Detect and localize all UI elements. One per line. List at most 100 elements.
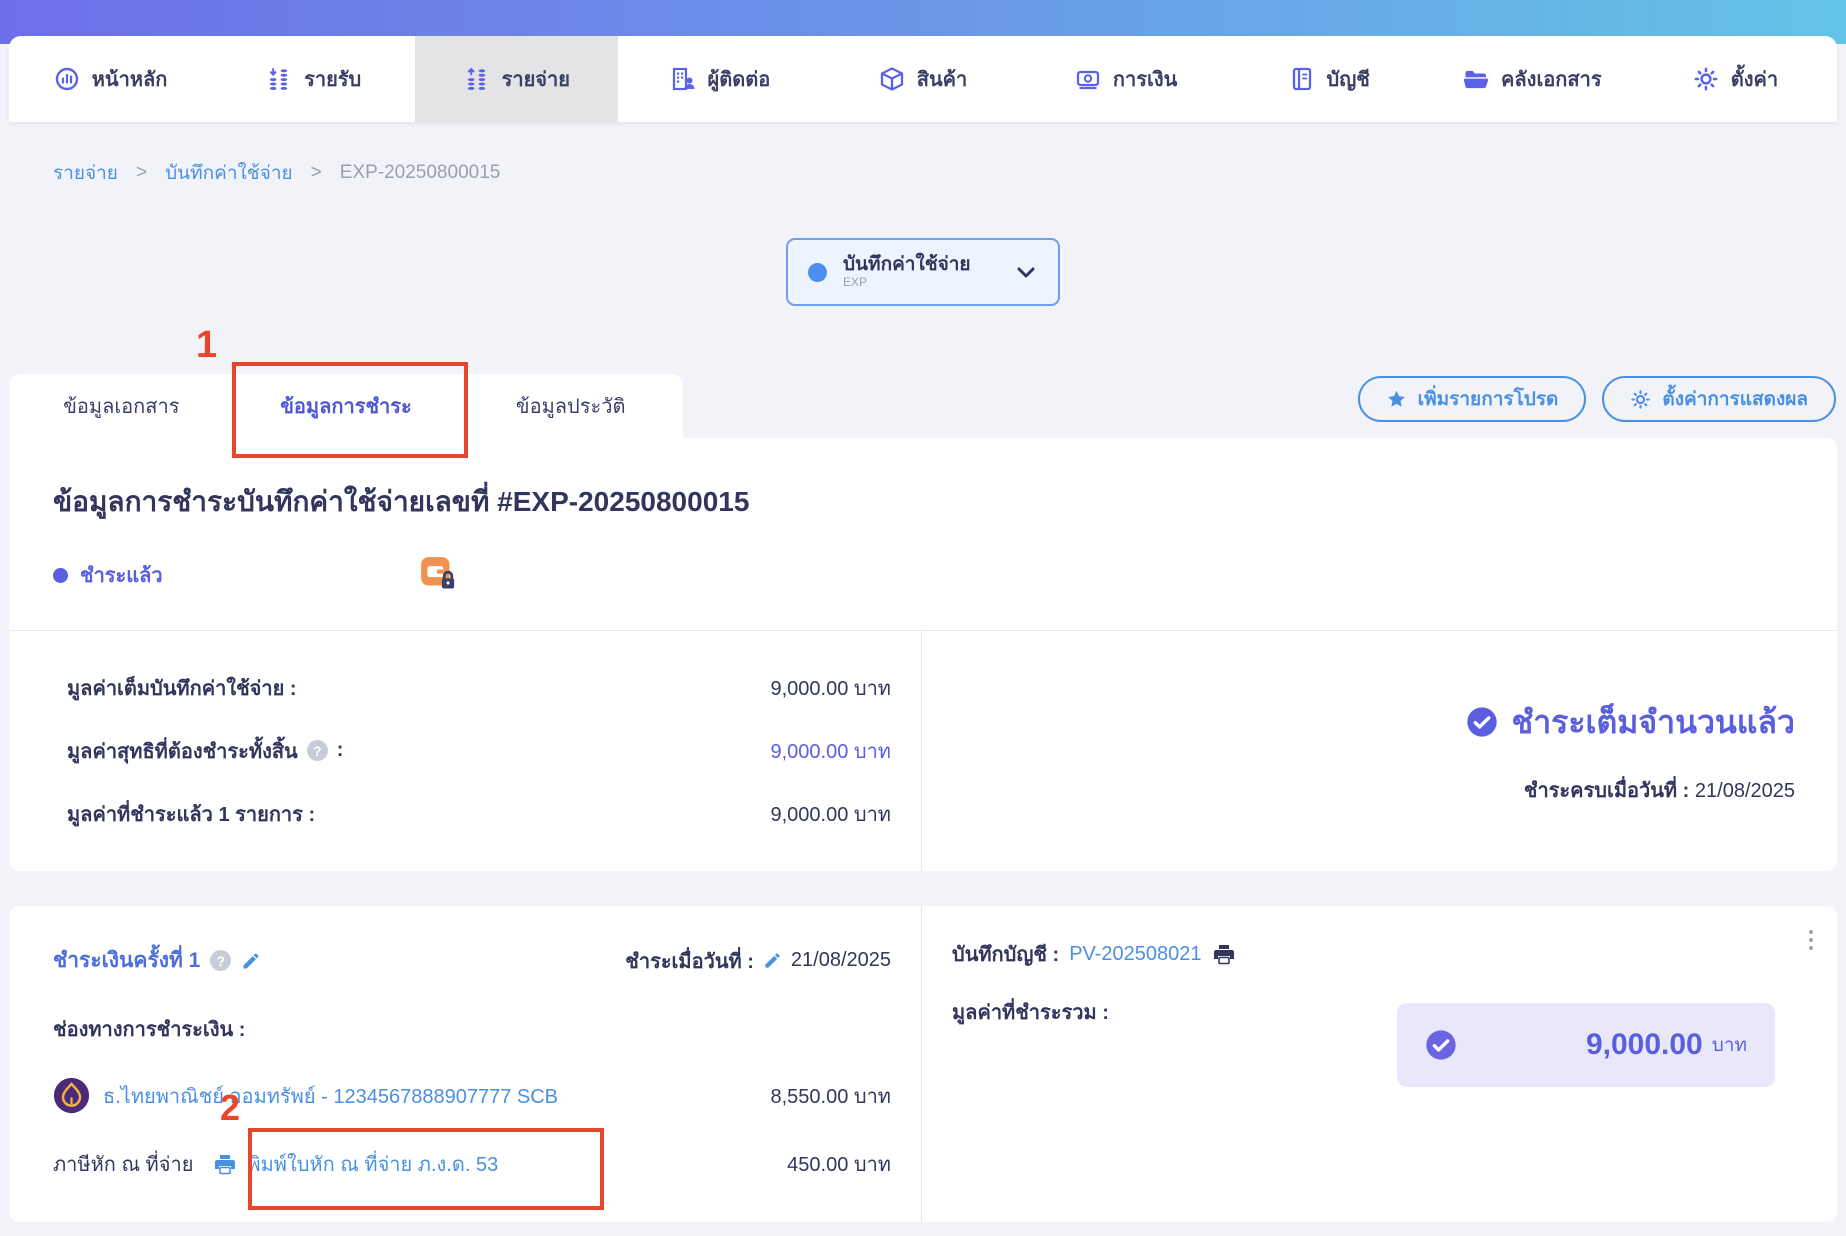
breadcrumb-current-doc: EXP-20250800015 [340,162,501,184]
page: หน้าหลัก รายรับ รายจ่าย ผู้ติดต่อ สินค้า [0,0,1846,1236]
paid-on-date: 21/08/2025 [791,949,891,972]
summary-row-label: มูลค่าเต็มบันทึกค่าใช้จ่าย : [67,672,297,704]
paid-status-dot-icon [53,568,68,583]
summary-row-colon: : [337,739,344,762]
nav-item-accounting[interactable]: บัญชี [1228,36,1431,122]
payment-complete-panel: ชำระเต็มจำนวนแล้ว ชำระครบเมื่อวันที่ : 2… [922,631,1837,871]
page-actions: เพิ่มรายการโปรด ตั้งค่าการแสดงผล [1358,376,1836,422]
nav-item-label: ตั้งค่า [1731,63,1778,95]
payment-summary-card: ข้อมูลการชำระบันทึกค่าใช้จ่ายเลขที่ #EXP… [9,438,1837,871]
withholding-tax-amount: 450.00 บาท [787,1148,891,1180]
nav-item-contacts[interactable]: ผู้ติดต่อ [618,36,821,122]
withholding-tax-row: ภาษีหัก ณ ที่จ่าย พิมพ์ใบหัก ณ ที่จ่าย ภ… [53,1148,891,1180]
nav-item-products[interactable]: สินค้า [821,36,1024,122]
scb-bank-logo [53,1077,90,1114]
printer-icon[interactable] [1212,942,1236,966]
nav-item-label: รายรับ [304,63,361,95]
building-person-icon [670,66,696,92]
payment-round-card: ชำระเงินครั้งที่ 1 ? ชำระเมื่อวันที่ : 2… [9,906,1837,1222]
tab-payment-info[interactable]: ข้อมูลการชำระ [234,374,459,438]
summary-row-value: 9,000.00 บาท [770,735,891,767]
printer-icon[interactable] [213,1152,237,1176]
summary-row-label: มูลค่าที่ชำระแล้ว 1 รายการ : [67,798,315,830]
expense-arrow-coins-icon [464,66,490,92]
summary-row-label: มูลค่าสุทธิที่ต้องชำระทั้งสิ้น [67,735,298,767]
chevron-down-icon [1014,260,1038,284]
bank-amount: 8,550.00 บาท [770,1080,891,1112]
annotation-step-number-1: 1 [196,326,217,364]
breadcrumb-separator: > [311,162,322,184]
paid-complete-date: 21/08/2025 [1695,780,1795,802]
payment-round-panel: ชำระเงินครั้งที่ 1 ? ชำระเมื่อวันที่ : 2… [9,906,922,1222]
add-favorite-button[interactable]: เพิ่มรายการโปรด [1358,376,1587,422]
nav-item-label: หน้าหลัก [92,63,168,95]
check-circle-icon [1425,1029,1457,1061]
journal-doc-link[interactable]: PV-202508021 [1069,943,1201,966]
summary-row: มูลค่าเต็มบันทึกค่าใช้จ่าย : 9,000.00 บา… [67,672,891,704]
summary-row: มูลค่าที่ชำระแล้ว 1 รายการ : 9,000.00 บา… [67,798,891,830]
display-settings-button[interactable]: ตั้งค่าการแสดงผล [1602,376,1836,422]
breadcrumb-link-expense-record[interactable]: บันทึกค่าใช้จ่าย [165,158,293,188]
display-settings-label: ตั้งค่าการแสดงผล [1662,384,1808,414]
check-circle-icon [1466,706,1498,738]
star-icon [1386,389,1407,410]
journal-panel: บันทึกบัญชี : PV-202508021 มูลค่าที่ชำระ… [922,906,1837,1222]
nav-item-expenses[interactable]: รายจ่าย [415,36,618,122]
total-paid-amount: 9,000.00 [1586,1028,1703,1062]
nav-item-income[interactable]: รายรับ [212,36,415,122]
breadcrumb-separator: > [136,162,147,184]
paid-status-badge: ชำระแล้ว [80,559,163,591]
payment-channel-label: ช่องทางการชำระเงิน : [53,1013,891,1045]
edit-pencil-icon[interactable] [763,951,782,970]
document-type-dropdown[interactable]: บันทึกค่าใช้จ่าย EXP [786,238,1060,306]
folder-icon [1463,66,1489,92]
add-favorite-label: เพิ่มรายการโปรด [1418,384,1559,414]
breadcrumb: รายจ่าย > บันทึกค่าใช้จ่าย > EXP-2025080… [53,158,500,188]
journal-label: บันทึกบัญชี : [952,938,1059,970]
summary-row: มูลค่าสุทธิที่ต้องชำระทั้งสิ้น ? : 9,000… [67,735,891,767]
gear-icon [1693,66,1719,92]
banknote-icon [1075,66,1101,92]
nav-item-documents[interactable]: คลังเอกสาร [1431,36,1634,122]
paid-on-label: ชำระเมื่อวันที่ : [625,945,754,977]
income-arrow-coins-icon [266,66,292,92]
payment-round-title: ชำระเงินครั้งที่ 1 [53,944,200,977]
total-paid-badge: 9,000.00 บาท [1397,1003,1775,1087]
ledger-book-icon [1289,66,1315,92]
nav-item-home[interactable]: หน้าหลัก [9,36,212,122]
paid-complete-date-label: ชำระครบเมื่อวันที่ : [1524,780,1689,802]
bank-account-link[interactable]: ธ.ไทยพาณิชย์ ออมทรัพย์ - 123456788890777… [103,1080,558,1112]
bank-payment-row: ธ.ไทยพาณิชย์ ออมทรัพย์ - 123456788890777… [53,1077,891,1114]
main-nav: หน้าหลัก รายรับ รายจ่าย ผู้ติดต่อ สินค้า [9,36,1837,122]
page-title: ข้อมูลการชำระบันทึกค่าใช้จ่ายเลขที่ #EXP… [53,480,1793,524]
nav-item-settings[interactable]: ตั้งค่า [1634,36,1837,122]
nav-item-label: บัญชี [1327,63,1370,95]
tab-document-info[interactable]: ข้อมูลเอกสาร [9,374,234,438]
payment-locked-icon [418,554,460,596]
summary-row-value: 9,000.00 บาท [770,672,891,704]
fully-paid-status: ชำระเต็มจำนวนแล้ว [1511,697,1795,748]
total-paid-unit: บาท [1712,1030,1747,1060]
print-wht-certificate-link[interactable]: พิมพ์ใบหัก ณ ที่จ่าย ภ.ง.ด. 53 [247,1148,498,1180]
nav-item-finance[interactable]: การเงิน [1025,36,1228,122]
dropdown-selected-label: บันทึกค่าใช้จ่าย [843,254,971,276]
dropdown-doc-code: EXP [843,276,971,290]
nav-item-label: การเงิน [1113,63,1177,95]
question-circle-icon[interactable]: ? [307,740,328,761]
gear-icon [1630,389,1651,410]
annotation-step-number-2: 2 [220,1090,240,1126]
breadcrumb-link-expenses[interactable]: รายจ่าย [53,158,118,188]
cube-icon [879,66,905,92]
kebab-menu-icon[interactable] [1805,922,1817,958]
nav-item-label: ผู้ติดต่อ [708,63,771,95]
tab-history-info[interactable]: ข้อมูลประวัติ [458,374,683,438]
dashboard-icon [54,66,80,92]
question-circle-icon[interactable]: ? [210,950,231,971]
summary-amounts-panel: มูลค่าเต็มบันทึกค่าใช้จ่าย : 9,000.00 บา… [9,631,922,871]
withholding-tax-label: ภาษีหัก ณ ที่จ่าย [53,1148,193,1180]
nav-item-label: คลังเอกสาร [1501,63,1602,95]
summary-row-value: 9,000.00 บาท [770,798,891,830]
status-dot-icon [808,263,827,282]
edit-pencil-icon[interactable] [241,951,261,971]
nav-item-label: รายจ่าย [502,63,570,95]
